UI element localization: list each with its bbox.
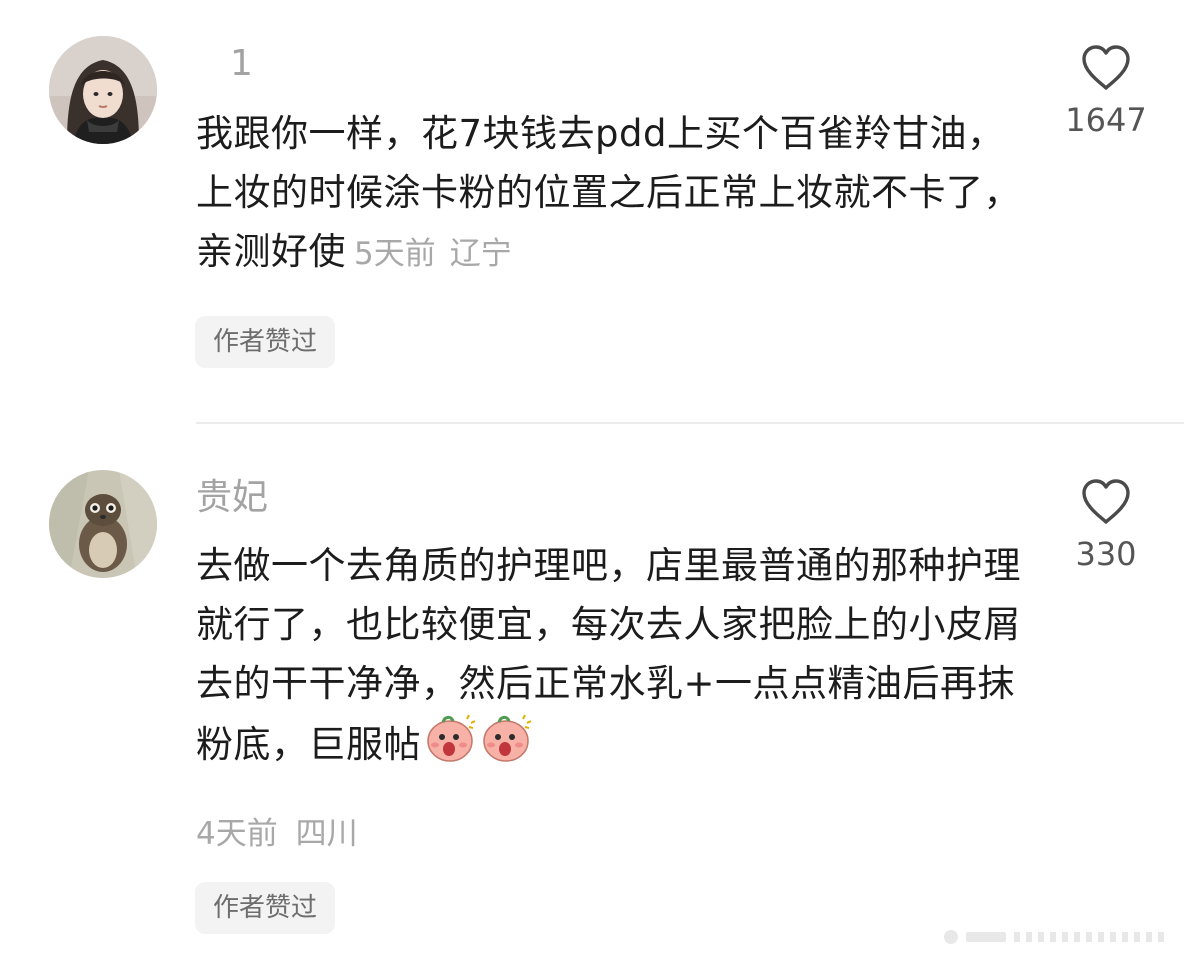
comment-item: 贵妃 去做一个去角质的护理吧，店里最普通的那种护理就行了，也比较便宜，每次去人家…: [0, 0, 1184, 960]
comment-text: 去做一个去角质的护理吧，店里最普通的那种护理就行了，也比较便宜，每次去人家把脸上…: [196, 544, 1021, 766]
author-liked-badge: 作者赞过: [195, 882, 336, 934]
shocked-face-emoji-icon: [427, 714, 476, 762]
watermark: [944, 926, 1174, 948]
comment-time: 4天前: [196, 816, 278, 852]
like-count: 330: [1075, 535, 1137, 573]
comment-username[interactable]: 贵妃: [196, 476, 268, 520]
comment-body: 去做一个去角质的护理吧，店里最普通的那种护理就行了，也比较便宜，每次去人家把脸上…: [196, 536, 1026, 780]
user-avatar-otter-icon: [49, 470, 157, 578]
avatar[interactable]: [49, 470, 157, 578]
shocked-face-emoji-icon: [483, 714, 532, 762]
like-button[interactable]: 330: [1046, 478, 1166, 574]
shocked-face-emoji: [479, 713, 533, 780]
comment-location: 四川: [295, 816, 358, 852]
heart-outline-icon: [1082, 479, 1130, 524]
comment-meta: 4天前 四川: [196, 814, 358, 854]
shocked-face-emoji: [423, 713, 477, 780]
watermark-logo-icon: [944, 930, 1164, 944]
